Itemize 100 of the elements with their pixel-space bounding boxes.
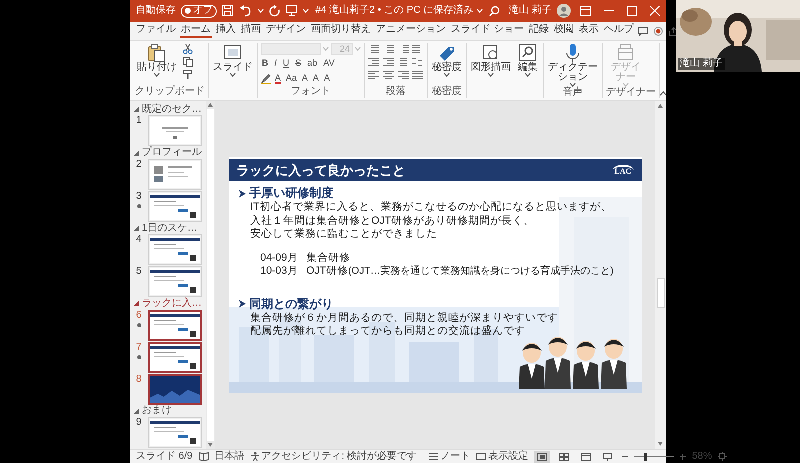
ribbon-tab[interactable]: ヘルプ	[602, 24, 635, 38]
slide-number: 8	[136, 374, 142, 385]
change-case-button[interactable]: Aa	[285, 73, 298, 84]
caret-icon	[258, 9, 264, 13]
normal-view-button[interactable]	[534, 450, 550, 462]
slide-thumbnail[interactable]	[148, 310, 202, 341]
pen-icon[interactable]	[261, 74, 271, 84]
display-settings-button[interactable]: 表示設定	[476, 452, 528, 462]
zoom-slider[interactable]	[634, 452, 674, 460]
scroll-up-icon[interactable]	[208, 103, 213, 107]
section-header[interactable]: 既定のセク…	[130, 104, 206, 116]
notes-button[interactable]: ノート	[429, 452, 470, 462]
avatar-icon[interactable]	[557, 4, 571, 18]
ribbon-tab[interactable]: アニメーション	[375, 24, 447, 38]
bullet-icon	[238, 300, 246, 308]
search-icon[interactable]	[489, 6, 500, 16]
section-header[interactable]: 1日のスケ…	[130, 222, 206, 234]
strikethrough-button[interactable]: S	[294, 58, 303, 69]
section-heading: 手厚い研修制度	[250, 186, 334, 201]
slide-number: 7	[136, 342, 142, 353]
clear-formatting-button[interactable]: A	[323, 73, 332, 84]
body-text: 配属先が離れてしまってからも同期との交流は盛んです	[250, 325, 526, 338]
ribbon-display-icon[interactable]	[580, 6, 591, 16]
new-slide-button[interactable]: スライド	[212, 43, 254, 77]
character-spacing-button[interactable]: AV	[322, 58, 336, 69]
section-header[interactable]: おまけ	[130, 406, 206, 418]
paste-button[interactable]: 貼り付け	[135, 43, 179, 77]
search-button[interactable]: 編集	[516, 43, 540, 77]
scroll-down-icon[interactable]	[208, 443, 213, 447]
bullet-icon	[238, 190, 246, 198]
maximize-icon[interactable]	[627, 6, 637, 16]
scroll-down-icon[interactable]	[658, 442, 663, 446]
font-color-button[interactable]: A	[274, 73, 282, 84]
shapes-button[interactable]: 図形描画	[470, 43, 512, 77]
tag-button[interactable]: 秘密度	[431, 43, 463, 77]
undo-icon[interactable]	[239, 5, 253, 17]
align-right-icon[interactable]	[398, 70, 408, 80]
close-icon[interactable]	[650, 6, 660, 16]
language-button[interactable]: 日本語	[214, 452, 245, 462]
toggle-switch[interactable]: オフ	[181, 4, 217, 18]
scrollbar-thumb[interactable]	[656, 278, 664, 308]
body-text: 集合研修が６か月間あるので、同期と親睦が深まりやすいです	[250, 312, 560, 325]
monitor-icon	[476, 452, 486, 460]
columns-icon[interactable]	[412, 57, 424, 67]
collapse-ribbon-icon[interactable]	[660, 91, 666, 96]
section-header[interactable]: プロフィール	[130, 147, 206, 159]
microphone-button[interactable]: ディクテーション	[547, 43, 599, 87]
section-header[interactable]: ラックに入…	[130, 298, 206, 310]
italic-button[interactable]: I	[274, 58, 278, 69]
font-name-field[interactable]	[261, 43, 321, 55]
scroll-up-icon[interactable]	[658, 104, 663, 108]
ribbon-tab[interactable]: ファイル	[135, 24, 177, 38]
ribbon-tab[interactable]: 記録	[528, 24, 550, 38]
shadow-button[interactable]: ab	[306, 58, 319, 69]
fit-to-window-icon[interactable]	[718, 452, 728, 461]
ribbon-tab[interactable]: ホーム	[180, 24, 212, 38]
align-left-icon[interactable]	[368, 70, 379, 80]
bullets-icon[interactable]	[368, 44, 379, 54]
book-icon[interactable]	[198, 452, 209, 461]
user-name: 滝山 莉子	[509, 6, 552, 16]
caret-icon	[355, 47, 361, 51]
save-icon[interactable]	[222, 5, 234, 17]
ribbon-tab[interactable]: スライド ショー	[450, 24, 525, 38]
justify-icon[interactable]	[412, 70, 424, 80]
caret-icon	[323, 47, 329, 51]
slider-thumb[interactable]	[644, 452, 648, 460]
accessibility-button[interactable]: アクセシビリティ: 検討が必要です	[250, 452, 418, 462]
record-icon[interactable]	[654, 26, 663, 36]
caret-icon	[154, 73, 160, 77]
ribbon-tab[interactable]: 画面切り替え	[310, 24, 372, 38]
body-text: 安心して業務に臨むことができました	[250, 228, 438, 242]
caret-icon	[525, 73, 531, 77]
redo-icon[interactable]	[269, 5, 281, 17]
ribbon-tab[interactable]: 校閲	[552, 24, 575, 38]
caret-icon	[230, 73, 236, 77]
zoom-in-icon[interactable]	[680, 454, 686, 460]
slide-thumbnail[interactable]	[148, 374, 202, 405]
align-center-icon[interactable]	[382, 70, 394, 80]
grow-font-button[interactable]: A	[301, 73, 310, 84]
ribbon-tab[interactable]: 挿入	[215, 24, 237, 38]
bold-button[interactable]: B	[261, 58, 270, 69]
align-text-icon[interactable]	[398, 57, 408, 67]
presentation-icon[interactable]	[286, 5, 298, 17]
zoom-out-icon[interactable]	[622, 454, 628, 460]
underline-button[interactable]: U	[282, 58, 291, 69]
comment-icon[interactable]	[638, 26, 648, 36]
decrease-indent-icon[interactable]	[368, 57, 379, 67]
accessibility-icon	[250, 452, 260, 461]
copy-icon[interactable]	[183, 57, 193, 67]
slide-number: 6	[136, 310, 142, 321]
increase-indent-icon[interactable]	[382, 57, 394, 67]
slide-thumbnail[interactable]	[148, 342, 202, 373]
scrollbar-thumb[interactable]	[207, 109, 214, 441]
ribbon-tab[interactable]: デザイン	[265, 24, 307, 38]
format-painter-icon[interactable]	[183, 70, 193, 80]
ribbon-tab[interactable]: 表示	[578, 24, 600, 38]
slide-number: 4	[136, 234, 142, 246]
cut-icon[interactable]	[183, 44, 193, 54]
shrink-font-button[interactable]: A	[312, 73, 320, 84]
ribbon-tab[interactable]: 描画	[240, 24, 262, 38]
